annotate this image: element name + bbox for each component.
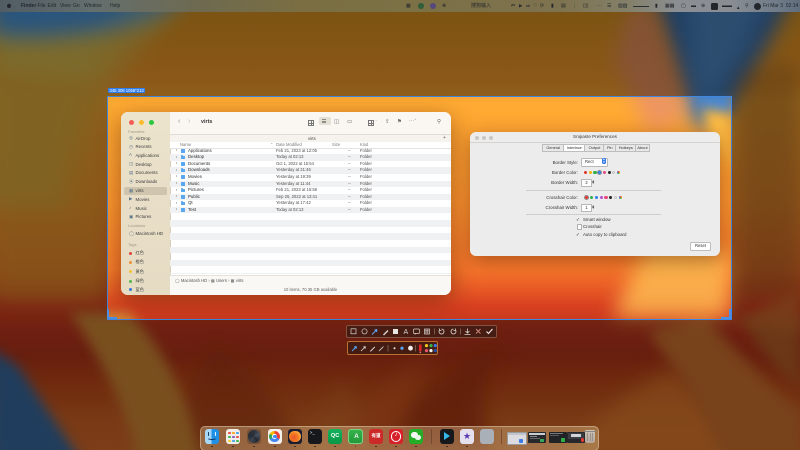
svg-text:A: A: [404, 329, 409, 336]
